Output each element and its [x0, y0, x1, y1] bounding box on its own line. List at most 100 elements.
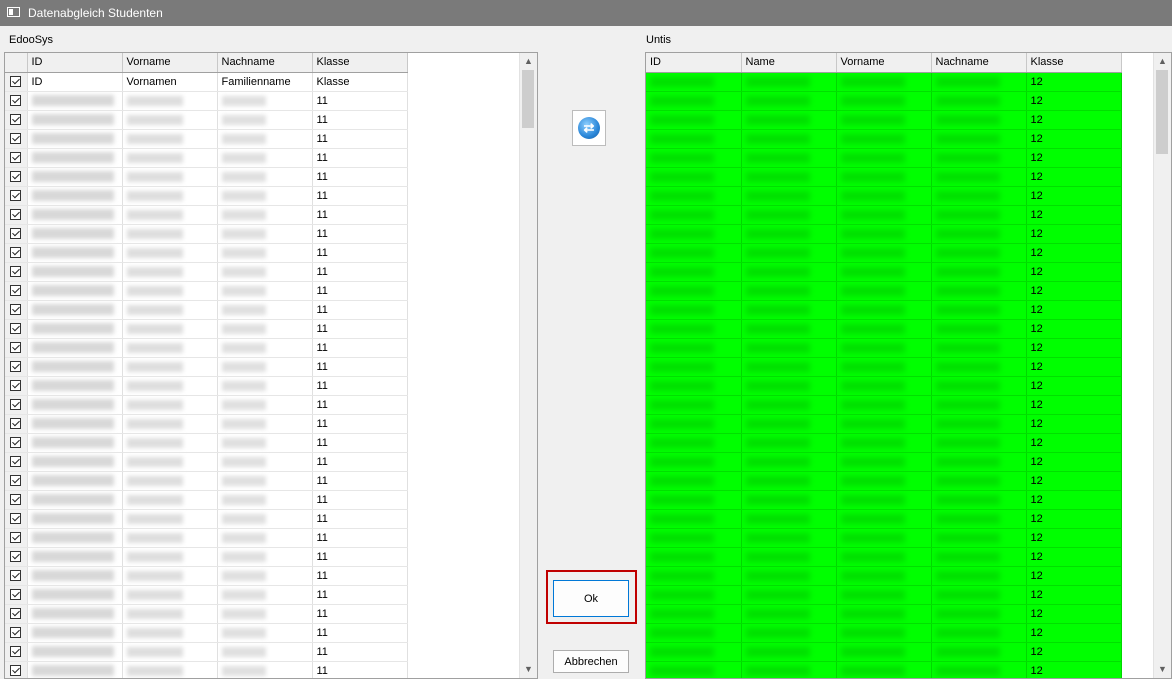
scroll-down-icon[interactable]: ▼ — [1154, 661, 1171, 678]
untis-row[interactable]: 12 — [646, 471, 1122, 491]
row-checkbox[interactable] — [5, 604, 28, 624]
untis-row[interactable]: 12 — [646, 661, 1122, 678]
untis-row[interactable]: 12 — [646, 129, 1122, 149]
row-checkbox[interactable] — [5, 395, 28, 415]
student-row[interactable]: 11 — [5, 376, 408, 396]
row-checkbox[interactable] — [5, 433, 28, 453]
student-row[interactable]: 11 — [5, 319, 408, 339]
student-row[interactable]: 11 — [5, 452, 408, 472]
untis-row[interactable]: 12 — [646, 110, 1122, 130]
untis-row[interactable]: 12 — [646, 167, 1122, 187]
row-checkbox[interactable] — [5, 300, 28, 320]
untis-row[interactable]: 12 — [646, 357, 1122, 377]
student-row[interactable]: 11 — [5, 604, 408, 624]
row-checkbox[interactable] — [5, 528, 28, 548]
student-row[interactable]: 11 — [5, 414, 408, 434]
student-row[interactable]: 11 — [5, 566, 408, 586]
student-row[interactable]: 11 — [5, 167, 408, 187]
student-row[interactable]: 11 — [5, 300, 408, 320]
student-row[interactable]: 11 — [5, 281, 408, 301]
mapping-vorname[interactable]: Vornamen — [122, 72, 218, 92]
untis-row[interactable]: 12 — [646, 376, 1122, 396]
scroll-down-icon[interactable]: ▼ — [520, 661, 537, 678]
untis-row[interactable]: 12 — [646, 186, 1122, 206]
untis-row[interactable]: 12 — [646, 433, 1122, 453]
untis-row[interactable]: 12 — [646, 509, 1122, 529]
row-checkbox[interactable] — [5, 642, 28, 662]
student-row[interactable]: 11 — [5, 528, 408, 548]
column-header-nachname[interactable]: Nachname — [217, 53, 313, 73]
student-row[interactable]: 11 — [5, 509, 408, 529]
scroll-thumb[interactable] — [1156, 70, 1168, 154]
row-checkbox[interactable] — [5, 319, 28, 339]
untis-row[interactable]: 12 — [646, 72, 1122, 92]
untis-row[interactable]: 12 — [646, 148, 1122, 168]
untis-row[interactable]: 12 — [646, 490, 1122, 510]
untis-grid[interactable]: ID Name Vorname Nachname Klasse 12 12 12 12… — [645, 52, 1172, 679]
column-header-id[interactable]: ID — [646, 53, 742, 73]
row-checkbox[interactable] — [5, 661, 28, 678]
row-checkbox[interactable] — [5, 91, 28, 111]
row-checkbox[interactable] — [5, 547, 28, 567]
untis-row[interactable]: 12 — [646, 205, 1122, 225]
student-row[interactable]: 11 — [5, 490, 408, 510]
student-row[interactable]: 11 — [5, 547, 408, 567]
row-checkbox[interactable] — [5, 509, 28, 529]
row-checkbox[interactable] — [5, 490, 28, 510]
column-header-id[interactable]: ID — [27, 53, 123, 73]
untis-row[interactable]: 12 — [646, 604, 1122, 624]
row-checkbox[interactable] — [5, 224, 28, 244]
student-row[interactable]: 11 — [5, 186, 408, 206]
student-row[interactable]: 11 — [5, 91, 408, 111]
row-checkbox[interactable] — [5, 129, 28, 149]
row-checkbox[interactable] — [5, 623, 28, 643]
untis-row[interactable]: 12 — [646, 281, 1122, 301]
student-row[interactable]: 11 — [5, 433, 408, 453]
student-row[interactable]: 11 — [5, 129, 408, 149]
scroll-up-icon[interactable]: ▲ — [1154, 53, 1171, 70]
mapping-nachname[interactable]: Familienname — [217, 72, 313, 92]
column-header-select[interactable] — [5, 53, 28, 73]
row-checkbox[interactable] — [5, 186, 28, 206]
untis-row[interactable]: 12 — [646, 224, 1122, 244]
untis-row[interactable]: 12 — [646, 338, 1122, 358]
column-header-klasse[interactable]: Klasse — [1026, 53, 1122, 73]
row-checkbox[interactable] — [5, 167, 28, 187]
column-header-name[interactable]: Name — [741, 53, 837, 73]
row-checkbox[interactable] — [5, 243, 28, 263]
mapping-header-checkbox[interactable] — [5, 72, 28, 92]
student-row[interactable]: 11 — [5, 205, 408, 225]
row-checkbox[interactable] — [5, 357, 28, 377]
row-checkbox[interactable] — [5, 566, 28, 586]
student-row[interactable]: 11 — [5, 243, 408, 263]
untis-row[interactable]: 12 — [646, 585, 1122, 605]
student-row[interactable]: 11 — [5, 642, 408, 662]
untis-row[interactable]: 12 — [646, 319, 1122, 339]
untis-row[interactable]: 12 — [646, 243, 1122, 263]
untis-row[interactable]: 12 — [646, 566, 1122, 586]
student-row[interactable]: 11 — [5, 110, 408, 130]
untis-row[interactable]: 12 — [646, 395, 1122, 415]
column-header-vorname[interactable]: Vorname — [122, 53, 218, 73]
row-checkbox[interactable] — [5, 110, 28, 130]
student-row[interactable]: 11 — [5, 357, 408, 377]
untis-row[interactable]: 12 — [646, 262, 1122, 282]
student-row[interactable]: 11 — [5, 661, 408, 678]
scroll-thumb[interactable] — [522, 70, 534, 128]
untis-row[interactable]: 12 — [646, 642, 1122, 662]
untis-scrollbar[interactable]: ▲ ▼ — [1153, 53, 1171, 678]
row-checkbox[interactable] — [5, 205, 28, 225]
edoosys-grid[interactable]: ID Vorname Nachname Klasse ID Vornamen F… — [4, 52, 538, 679]
column-header-vorname[interactable]: Vorname — [836, 53, 932, 73]
row-checkbox[interactable] — [5, 376, 28, 396]
row-checkbox[interactable] — [5, 585, 28, 605]
cancel-button[interactable]: Abbrechen — [553, 650, 629, 673]
student-row[interactable]: 11 — [5, 148, 408, 168]
student-row[interactable]: 11 — [5, 224, 408, 244]
student-row[interactable]: 11 — [5, 338, 408, 358]
mapping-id[interactable]: ID — [27, 72, 123, 92]
untis-row[interactable]: 12 — [646, 528, 1122, 548]
student-row[interactable]: 11 — [5, 585, 408, 605]
column-header-klasse[interactable]: Klasse — [312, 53, 408, 73]
row-checkbox[interactable] — [5, 414, 28, 434]
